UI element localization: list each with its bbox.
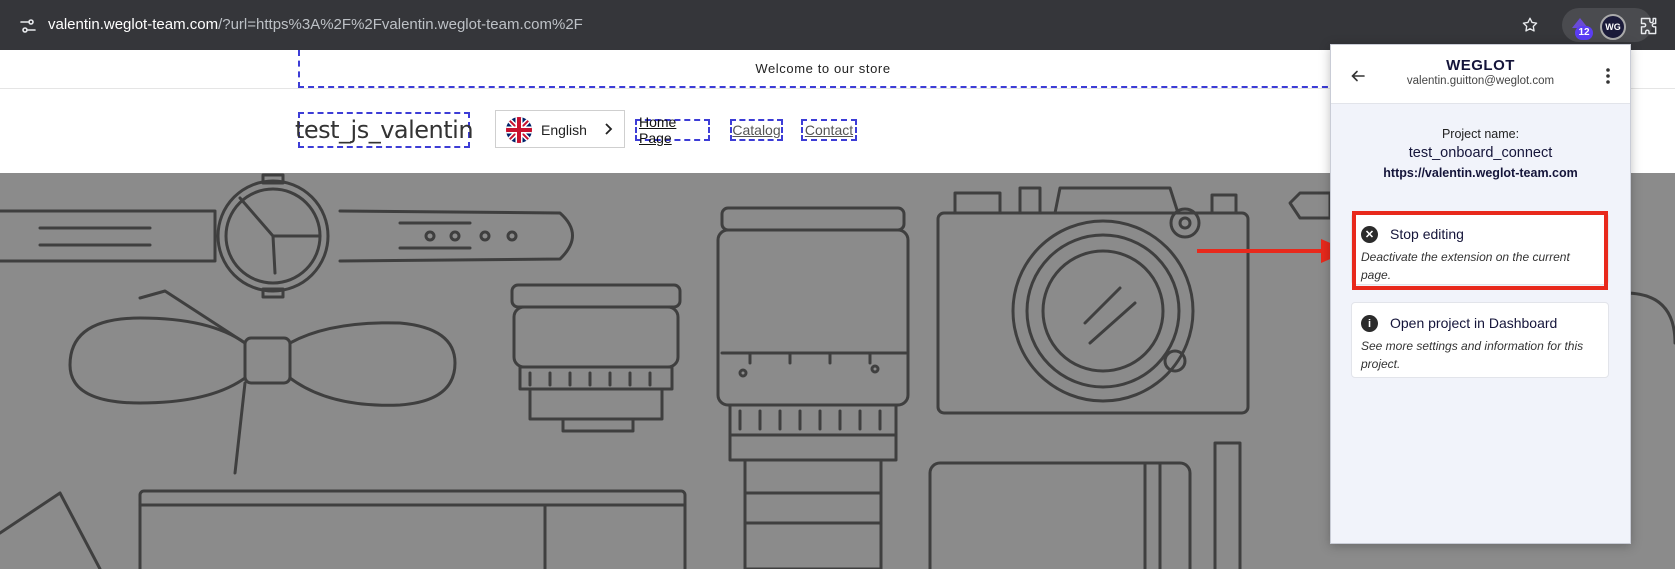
info-icon: i: [1361, 315, 1378, 332]
more-options-icon[interactable]: [1597, 63, 1619, 89]
bookmark-star-icon[interactable]: [1517, 12, 1543, 38]
language-switcher[interactable]: English: [495, 110, 625, 148]
store-title[interactable]: test_js_valentin: [295, 112, 474, 148]
extensions-puzzle-icon[interactable]: [1636, 13, 1662, 39]
url-path: /?url=https%3A%2F%2Fvalentin.weglot-team…: [218, 16, 583, 33]
uk-flag-icon: [506, 117, 532, 143]
announcement-text: Welcome to our store: [755, 60, 891, 76]
weglot-extension-icon[interactable]: WG: [1600, 14, 1626, 40]
nav-catalog[interactable]: Catalog: [730, 119, 783, 141]
site-info-icon[interactable]: [16, 14, 40, 38]
highlight-box: [1352, 211, 1608, 290]
project-name: test_onboard_connect: [1408, 145, 1553, 161]
nav-home-page[interactable]: Home Page: [635, 114, 710, 146]
popup-header: WEGLOT valentin.guitton@weglot.com: [1331, 45, 1630, 104]
project-name-label: Project name:: [1441, 127, 1520, 141]
announcement-bar: Welcome to our store: [298, 50, 1348, 88]
chevron-right-icon: [602, 121, 616, 142]
open-dashboard-button[interactable]: i Open project in Dashboard See more set…: [1351, 302, 1609, 378]
address-bar[interactable]: valentin.weglot-team.com/?url=https%3A%2…: [48, 16, 583, 33]
open-dashboard-title: Open project in Dashboard: [1390, 315, 1558, 331]
weglot-logo: WEGLOT: [1446, 57, 1515, 74]
language-label: English: [541, 122, 587, 138]
account-email: valentin.guitton@weglot.com: [1406, 75, 1555, 87]
nav-contact[interactable]: Contact: [801, 119, 857, 141]
extension-badge: 12: [1575, 26, 1593, 40]
open-dashboard-description: See more settings and information for th…: [1361, 339, 1584, 371]
weglot-extension-popup: WEGLOT valentin.guitton@weglot.com Proje…: [1330, 44, 1631, 544]
project-url: https://valentin.weglot-team.com: [1383, 166, 1578, 180]
url-host: valentin.weglot-team.com: [48, 16, 219, 33]
browser-toolbar: valentin.weglot-team.com/?url=https%3A%2…: [0, 0, 1675, 50]
